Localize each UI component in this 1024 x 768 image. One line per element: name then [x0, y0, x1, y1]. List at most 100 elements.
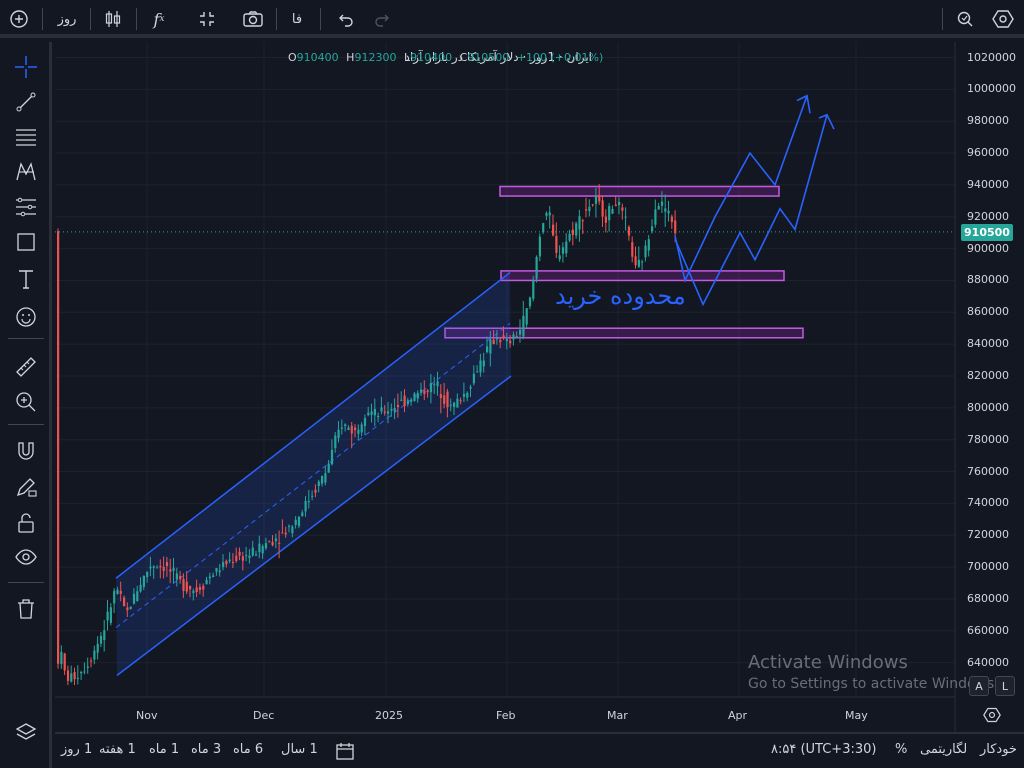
candle-body: [594, 196, 598, 204]
candle-body: [172, 567, 175, 571]
crosshair-tool[interactable]: [10, 52, 42, 82]
candle-body: [99, 635, 103, 644]
candle: [525, 307, 528, 329]
range-button[interactable]: 6 ماه: [233, 742, 263, 757]
forecast-tool[interactable]: [10, 192, 42, 222]
range-button[interactable]: 1 هفته: [99, 742, 136, 757]
range-button[interactable]: 3 ماه: [191, 742, 221, 757]
candle: [575, 221, 578, 239]
fullscreen-button[interactable]: [194, 6, 220, 32]
candle-body: [601, 200, 604, 217]
candle-body: [538, 236, 541, 257]
price-chart[interactable]: [55, 42, 1024, 732]
candle-body: [644, 245, 647, 258]
candle-body: [664, 208, 667, 212]
magnet-tool[interactable]: [10, 436, 42, 466]
candle: [83, 662, 86, 675]
candle-body: [522, 315, 525, 337]
candle-body: [512, 334, 515, 340]
remove-drawings-tool[interactable]: [10, 594, 42, 624]
candle-body: [344, 424, 347, 427]
candle-body: [281, 532, 284, 534]
candle: [109, 603, 112, 626]
candle: [670, 214, 673, 229]
candle-body: [156, 567, 159, 569]
candle: [558, 245, 561, 262]
measure-tool[interactable]: [10, 352, 42, 382]
lock-all-tool[interactable]: [10, 508, 42, 538]
time-tick: Apr: [728, 709, 748, 722]
quick-search-button[interactable]: [952, 6, 978, 32]
time-tick: Mar: [607, 709, 628, 722]
candle-body: [159, 565, 162, 568]
indicators-button[interactable]: fx: [146, 6, 172, 32]
hide-tool[interactable]: [10, 542, 42, 572]
range-button[interactable]: 1 روز: [61, 742, 92, 757]
shape-tool[interactable]: [10, 227, 42, 257]
auto-toggle[interactable]: خودکار: [980, 742, 1017, 757]
auto-scale-button[interactable]: A: [969, 676, 989, 696]
log-toggle[interactable]: لگاریتمی: [920, 742, 967, 757]
settings-button[interactable]: [990, 6, 1016, 32]
trendline-tool[interactable]: [10, 87, 42, 117]
candle: [644, 240, 647, 262]
candle: [86, 657, 89, 674]
timezone-label[interactable]: ۸:۵۴ (UTC+3:30): [771, 742, 876, 757]
lock-drawing-tool[interactable]: [10, 472, 42, 502]
candle: [80, 670, 83, 680]
candle-body: [218, 570, 221, 573]
text-tool[interactable]: [10, 264, 42, 294]
candle: [588, 199, 591, 217]
interval-button[interactable]: روز: [50, 6, 84, 32]
add-symbol-button[interactable]: [6, 6, 32, 32]
top-toolbar: روز fx فا: [0, 0, 1024, 38]
object-tree-button[interactable]: [10, 718, 42, 748]
candle-body: [304, 500, 307, 512]
candle-body: [76, 677, 79, 679]
candle-body: [271, 541, 274, 546]
candle-body: [228, 559, 231, 562]
zoom-tool[interactable]: [10, 387, 42, 417]
candle-body: [251, 547, 254, 556]
candle-body: [565, 241, 568, 254]
range-button[interactable]: 1 ماه: [149, 742, 179, 757]
candle-body: [462, 393, 466, 397]
candle-body: [192, 590, 195, 594]
candle-body: [370, 411, 373, 415]
candle: [113, 588, 116, 614]
goto-date-button[interactable]: [335, 741, 355, 765]
crosshair-icon: [15, 56, 37, 78]
candle-body: [515, 336, 518, 338]
candle-body: [568, 233, 571, 241]
fib-tool[interactable]: [10, 122, 42, 152]
candle-body: [377, 415, 380, 418]
log-scale-button[interactable]: L: [995, 676, 1015, 696]
eye-icon: [15, 549, 37, 565]
candle: [585, 197, 588, 218]
candle-body: [482, 360, 485, 367]
magnet-icon: [18, 442, 34, 460]
candle-type-button[interactable]: [100, 6, 126, 32]
screenshot-button[interactable]: [240, 6, 266, 32]
candle-body: [624, 216, 627, 218]
language-button[interactable]: فا: [284, 6, 310, 32]
chart-pane[interactable]: ایران · 1روز · دلار آمریکا در بازار آزاد…: [55, 42, 1024, 732]
candle-body: [113, 590, 116, 604]
price-tick: 860000: [967, 305, 1009, 319]
candle-body: [162, 566, 165, 571]
range-button[interactable]: 1 سال: [281, 742, 318, 757]
undo-button[interactable]: [332, 6, 358, 32]
channel-layer: [115, 271, 512, 676]
candle-body: [489, 339, 492, 354]
percent-toggle[interactable]: %: [895, 742, 907, 757]
axis-settings-button[interactable]: [983, 706, 1001, 728]
candle: [608, 203, 611, 232]
pencil-lock-icon: [16, 478, 37, 497]
candle-body: [476, 371, 479, 373]
redo-button[interactable]: [370, 6, 396, 32]
candle-body: [674, 220, 677, 234]
pattern-tool[interactable]: [10, 157, 42, 187]
emoji-tool[interactable]: [10, 302, 42, 332]
candle-body: [542, 223, 545, 233]
candle-body: [235, 555, 238, 562]
